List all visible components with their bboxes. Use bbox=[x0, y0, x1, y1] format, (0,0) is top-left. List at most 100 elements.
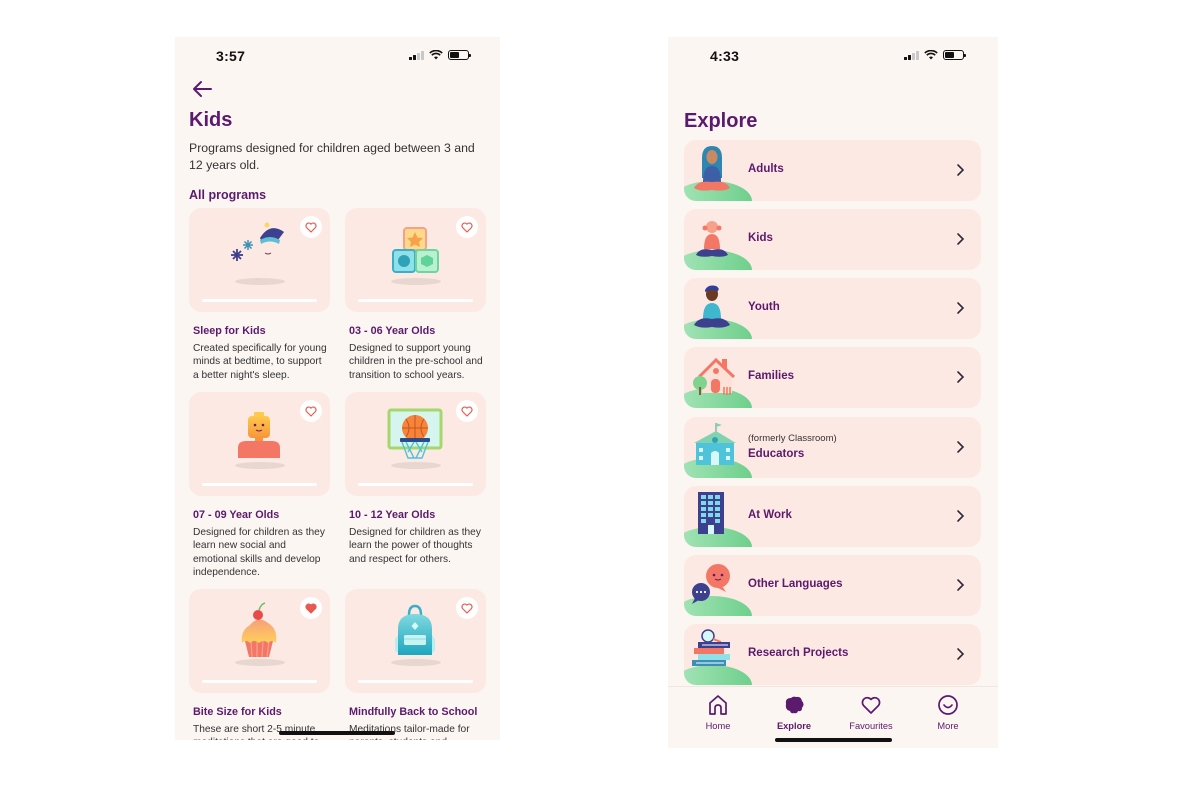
program-title: 03 - 06 Year Olds bbox=[349, 325, 436, 337]
home-indicator[interactable] bbox=[279, 731, 395, 735]
speech-bubbles-icon bbox=[692, 564, 730, 604]
favourite-button[interactable] bbox=[300, 400, 322, 422]
program-title: Sleep for Kids bbox=[193, 325, 266, 337]
explore-item-other-languages[interactable]: Other Languages bbox=[684, 555, 981, 616]
program-description: Designed to support young children in th… bbox=[349, 343, 483, 381]
explore-item-kids[interactable]: Kids bbox=[684, 209, 981, 270]
program-thumbnail[interactable] bbox=[189, 392, 330, 496]
program-thumbnail[interactable] bbox=[345, 208, 486, 312]
tab-favourites[interactable]: Favourites bbox=[836, 687, 906, 737]
progress-bar bbox=[202, 680, 317, 683]
page-subtitle: Programs designed for children aged betw… bbox=[189, 141, 475, 172]
backpack-icon bbox=[395, 604, 435, 655]
home-indicator[interactable] bbox=[775, 738, 892, 742]
program-title: 10 - 12 Year Olds bbox=[349, 509, 436, 521]
program-thumbnail[interactable] bbox=[345, 392, 486, 496]
program-thumbnail[interactable] bbox=[345, 589, 486, 693]
kids-screen: 3:57 Kids Programs designed for children… bbox=[175, 37, 500, 740]
wifi-icon bbox=[923, 50, 938, 60]
cupcake-icon bbox=[241, 602, 277, 658]
status-time: 4:33 bbox=[710, 48, 740, 64]
explore-item-families[interactable]: Families bbox=[684, 347, 981, 408]
program-card[interactable]: 03 - 06 Year Olds Designed to support yo… bbox=[345, 208, 486, 382]
chevron-right-icon bbox=[957, 579, 965, 591]
tab-more[interactable]: More bbox=[913, 687, 983, 737]
section-title: All programs bbox=[189, 188, 267, 202]
progress-bar bbox=[358, 483, 473, 486]
explore-item-label: Families bbox=[748, 370, 795, 382]
page-title: Explore bbox=[684, 110, 758, 132]
favourite-button[interactable] bbox=[300, 597, 322, 619]
heart-outline-icon bbox=[461, 602, 473, 614]
meditating-youth-icon bbox=[694, 285, 730, 328]
favourite-button[interactable] bbox=[456, 597, 478, 619]
heart-filled-icon bbox=[305, 602, 317, 614]
explore-item-research-projects[interactable]: Research Projects bbox=[684, 624, 981, 685]
progress-bar bbox=[202, 483, 317, 486]
cellular-signal-icon bbox=[409, 50, 424, 60]
explore-item-label: Educators bbox=[748, 448, 805, 460]
progress-bar bbox=[358, 299, 473, 302]
status-time: 3:57 bbox=[216, 48, 246, 64]
meditating-adult-icon bbox=[694, 146, 730, 191]
house-icon bbox=[693, 357, 736, 395]
explore-item-label: Adults bbox=[748, 163, 784, 175]
heart-outline-icon bbox=[305, 405, 317, 417]
program-card[interactable]: 10 - 12 Year Olds Designed for children … bbox=[345, 392, 486, 566]
heart-outline-icon bbox=[461, 221, 473, 233]
chevron-right-icon bbox=[957, 648, 965, 660]
school-icon bbox=[694, 423, 736, 465]
office-building-icon bbox=[698, 492, 724, 534]
home-icon bbox=[709, 695, 727, 715]
cellular-signal-icon bbox=[904, 50, 919, 60]
program-card[interactable]: Bite Size for Kids These are short 2-5 m… bbox=[189, 589, 330, 740]
favourite-button[interactable] bbox=[456, 216, 478, 238]
program-card[interactable]: Mindfully Back to School Meditations tai… bbox=[345, 589, 486, 740]
heart-icon bbox=[861, 696, 881, 714]
progress-bar bbox=[202, 299, 317, 302]
explore-item-label: Youth bbox=[748, 301, 780, 313]
tab-label: Explore bbox=[776, 721, 812, 731]
explore-item-youth[interactable]: Youth bbox=[684, 278, 981, 339]
chevron-right-icon bbox=[957, 302, 965, 314]
program-card[interactable]: Sleep for Kids Created specifically for … bbox=[189, 208, 330, 382]
explore-item-pre-label: (formerly Classroom) bbox=[748, 433, 837, 444]
battery-icon bbox=[942, 50, 966, 60]
tab-home[interactable]: Home bbox=[683, 687, 753, 737]
explore-screen: 4:33 Explore Adults Kids Youth Families … bbox=[668, 37, 998, 748]
chevron-right-icon bbox=[957, 510, 965, 522]
explore-item-adults[interactable]: Adults bbox=[684, 140, 981, 201]
program-title: 07 - 09 Year Olds bbox=[193, 509, 280, 521]
battery-icon bbox=[447, 50, 471, 60]
program-card[interactable]: 07 - 09 Year Olds Designed for children … bbox=[189, 392, 330, 579]
chevron-right-icon bbox=[957, 233, 965, 245]
program-thumbnail[interactable] bbox=[189, 208, 330, 312]
basketball-hoop-icon bbox=[387, 408, 443, 459]
books-icon bbox=[692, 629, 730, 666]
explore-item-label: Research Projects bbox=[748, 647, 849, 659]
program-thumbnail[interactable] bbox=[189, 589, 330, 693]
program-description: Created specifically for young minds at … bbox=[193, 343, 327, 381]
chevron-right-icon bbox=[957, 164, 965, 176]
tab-explore[interactable]: Explore bbox=[759, 687, 829, 737]
favourite-button[interactable] bbox=[456, 400, 478, 422]
program-title: Bite Size for Kids bbox=[193, 706, 282, 718]
tab-label: Favourites bbox=[849, 721, 893, 731]
explore-item-at-work[interactable]: At Work bbox=[684, 486, 981, 547]
tab-label: More bbox=[937, 721, 959, 731]
brain-icon bbox=[785, 696, 804, 714]
explore-item-label: Other Languages bbox=[748, 578, 843, 590]
chevron-right-icon bbox=[957, 371, 965, 383]
blocks-icon bbox=[392, 227, 439, 273]
page-title: Kids bbox=[189, 109, 233, 131]
favourite-button[interactable] bbox=[300, 216, 322, 238]
heart-outline-icon bbox=[305, 221, 317, 233]
heart-outline-icon bbox=[461, 405, 473, 417]
explore-item-label: At Work bbox=[748, 509, 792, 521]
back-arrow-icon[interactable] bbox=[191, 78, 213, 100]
status-icons bbox=[409, 50, 471, 60]
explore-item-educators[interactable]: (formerly Classroom) Educators bbox=[684, 417, 981, 478]
progress-bar bbox=[358, 680, 473, 683]
tab-label: Home bbox=[705, 721, 731, 731]
status-icons bbox=[904, 50, 966, 60]
